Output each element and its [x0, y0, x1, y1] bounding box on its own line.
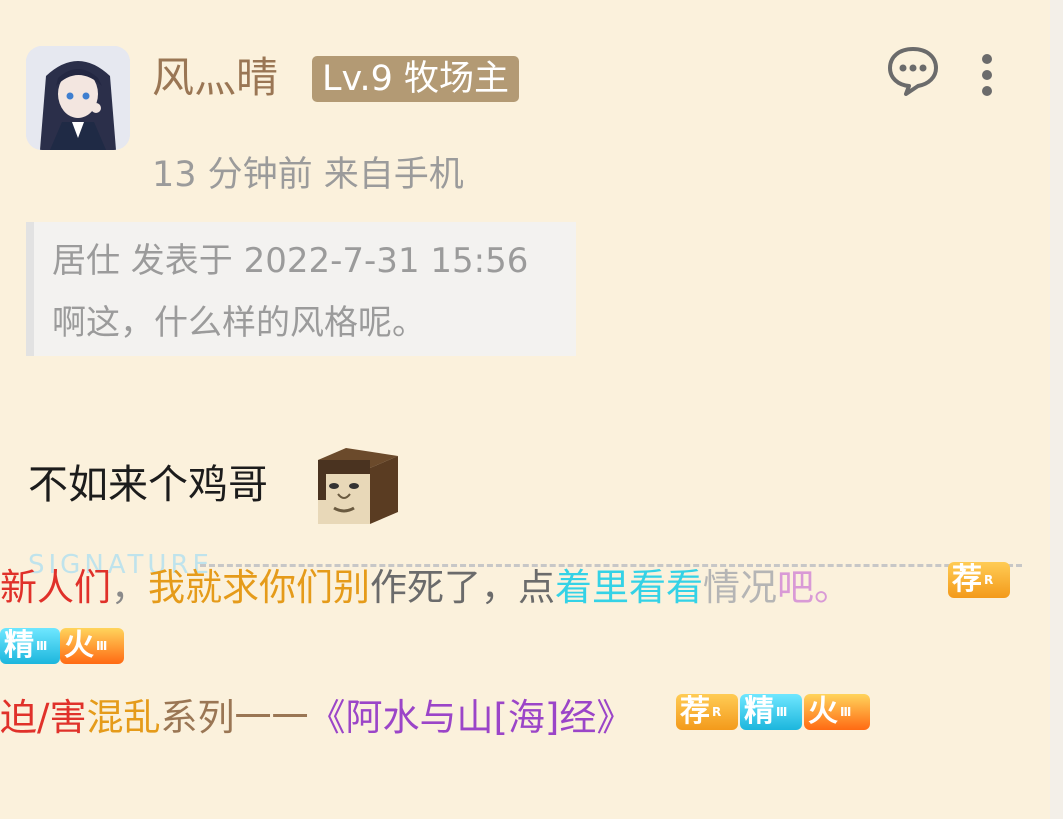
scroll-edge: [1050, 0, 1063, 819]
avatar[interactable]: [26, 46, 130, 150]
recommend-tag: 荐R: [948, 562, 1010, 598]
post-card: 风灬晴 Lv.9 牧场主 13 分钟前 来自手机 居仕 发表于 2022-7-3…: [0, 0, 1050, 819]
post-meta: 13 分钟前 来自手机: [152, 155, 464, 195]
hot-tag: 火Ⅲ: [804, 694, 870, 730]
sig-seg: ，: [111, 566, 148, 609]
sig-seg: 作死了，点: [370, 566, 555, 609]
signature-line-2[interactable]: 迫/害混乱系列一一《阿水与山[海]经》: [0, 692, 633, 744]
level-badge: Lv.9 牧场主: [312, 56, 520, 102]
post-body: 不如来个鸡哥: [28, 462, 268, 508]
hot-tag: 火Ⅲ: [60, 628, 124, 664]
quoted-reply: 居仕 发表于 2022-7-31 15:56 啊这，什么样的风格呢。: [26, 222, 576, 356]
blocky-face-emoji: [318, 448, 398, 524]
recommend-tag: 荐R: [676, 694, 738, 730]
sig-seg: 系列一一: [160, 696, 309, 739]
sig-seg: 迫/害: [0, 696, 87, 739]
sig-seg: 《阿水与山[海]经》: [308, 696, 634, 739]
comment-icon[interactable]: [886, 44, 940, 98]
sig-seg: 新人们: [0, 566, 111, 609]
featured-tag: 精Ⅲ: [740, 694, 802, 730]
quote-text: 啊这，什么样的风格呢。: [52, 303, 426, 343]
quote-header: 居仕 发表于 2022-7-31 15:56: [52, 241, 529, 281]
username[interactable]: 风灬晴: [152, 50, 278, 106]
sig-seg: 着里看看: [555, 566, 703, 609]
featured-tag: 精Ⅲ: [0, 628, 60, 664]
sig-seg: 混乱: [86, 696, 161, 739]
sig-seg: 我就求你们别: [148, 566, 370, 609]
sig-seg: 情况: [703, 566, 777, 609]
more-vertical-icon[interactable]: [970, 50, 1004, 100]
sig-seg: 吧。: [777, 566, 851, 609]
signature-line-1[interactable]: 新人们，我就求你们别作死了，点着里看看情况吧。: [0, 562, 851, 614]
